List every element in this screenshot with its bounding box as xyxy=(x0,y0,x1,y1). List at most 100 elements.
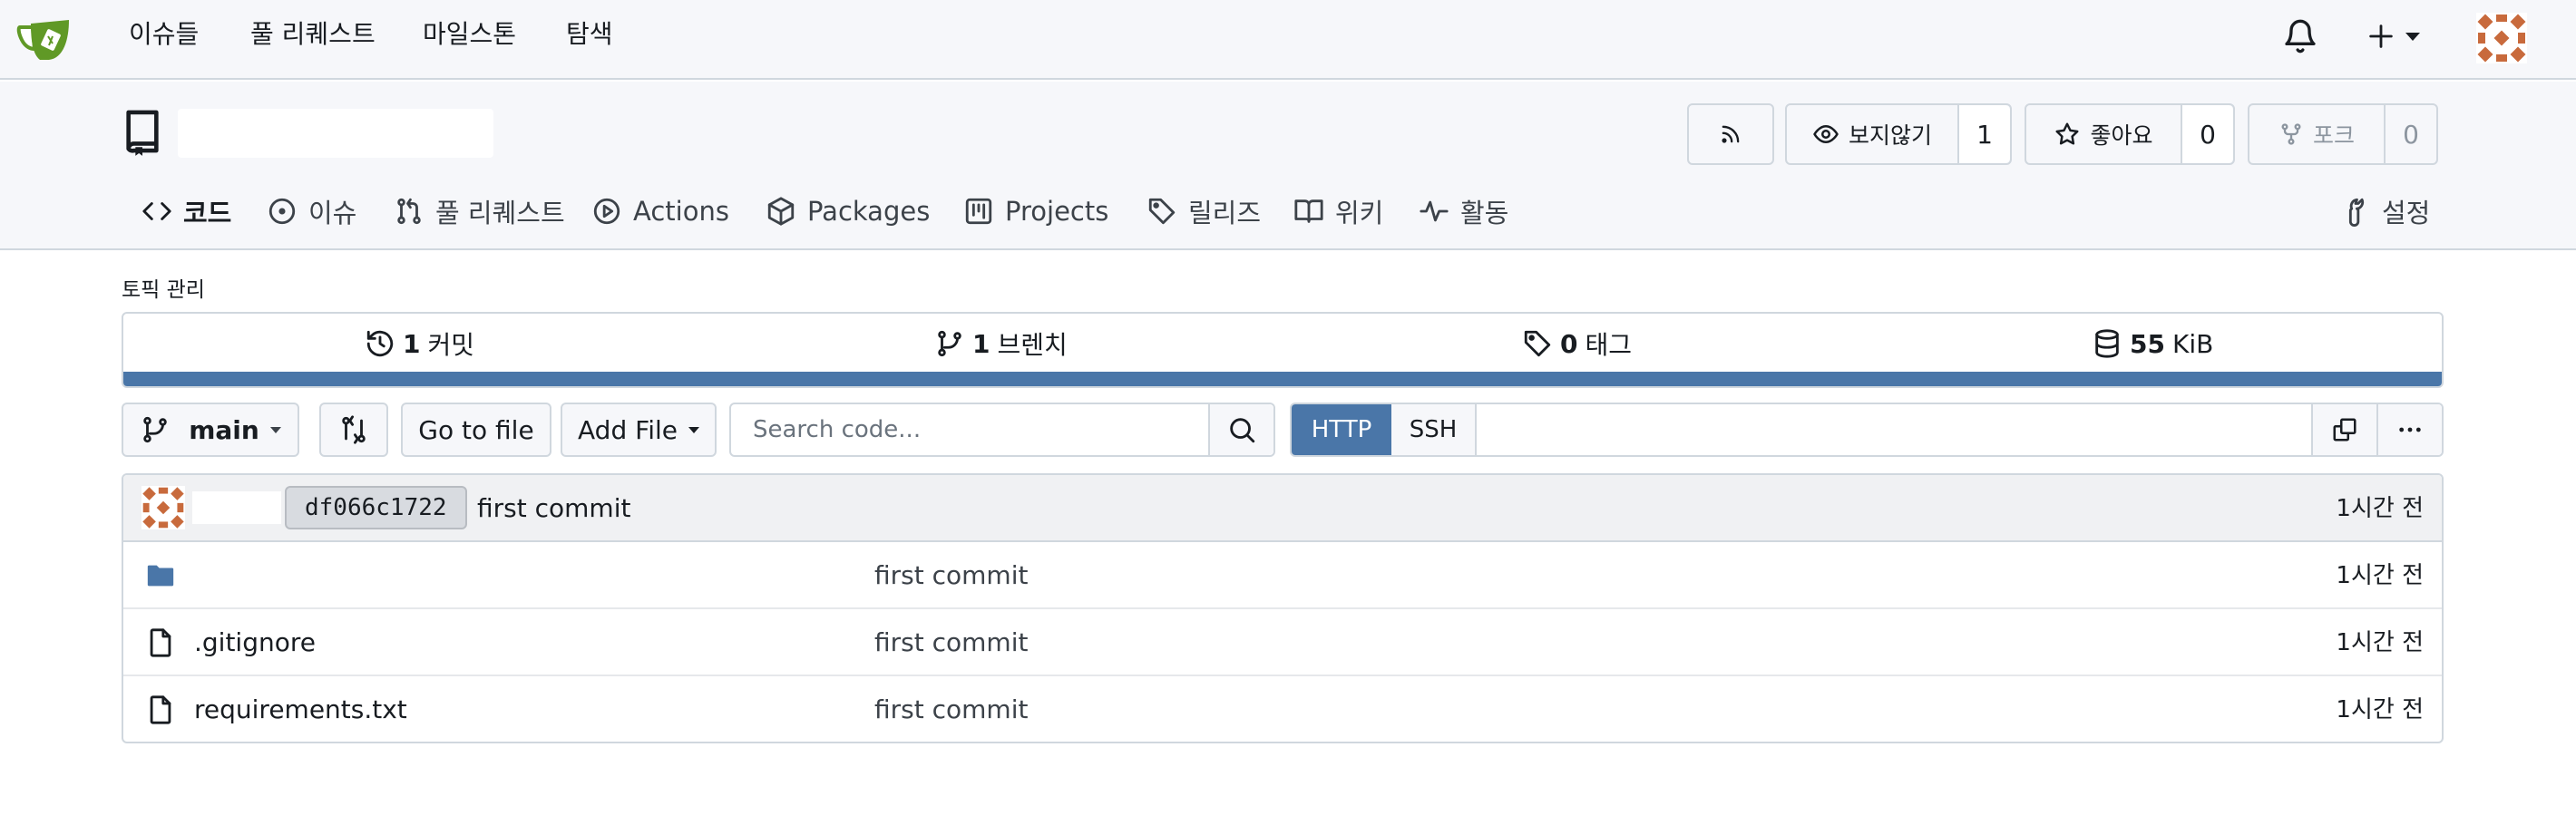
star-button[interactable]: 좋아요 0 xyxy=(2025,103,2235,165)
wrench-icon xyxy=(2348,198,2365,227)
code-search-box xyxy=(729,403,1275,457)
tab-pull-requests[interactable]: 풀 리퀘스트 xyxy=(394,172,565,250)
gitea-logo-icon[interactable] xyxy=(16,13,74,67)
file-commit-message[interactable]: first commit xyxy=(874,609,1028,676)
add-file-button[interactable]: Add File xyxy=(561,403,717,457)
package-icon xyxy=(767,197,795,226)
fork-icon xyxy=(2281,123,2301,145)
rss-feed-button[interactable] xyxy=(1687,103,1774,165)
chevron-down-icon xyxy=(269,426,281,433)
file-name[interactable]: requirements.txt xyxy=(194,676,407,742)
go-to-file-button[interactable]: Go to file xyxy=(401,403,551,457)
history-icon xyxy=(366,330,394,357)
star-icon xyxy=(2055,122,2079,145)
tab-actions-label: Actions xyxy=(633,196,729,227)
commit-author-name[interactable] xyxy=(192,491,281,524)
star-count[interactable]: 0 xyxy=(2181,105,2233,163)
nav-pull-requests-link[interactable]: 풀 리퀘스트 xyxy=(250,0,376,80)
fork-count[interactable]: 0 xyxy=(2384,105,2436,163)
branch-name: main xyxy=(189,414,259,445)
repo-stats-bar: 1 커밋 1 브렌치 0 태그 55 KiB xyxy=(122,312,2444,388)
tags-stat[interactable]: 0 태그 xyxy=(1522,314,1632,374)
branches-count: 1 xyxy=(972,328,990,359)
tab-code-label: 코드 xyxy=(183,198,232,228)
commits-count: 1 xyxy=(403,328,421,359)
file-row-folder[interactable]: first commit 1시간 전 xyxy=(123,542,2442,609)
search-button[interactable] xyxy=(1208,404,1273,455)
watch-button[interactable]: 보지않기 1 xyxy=(1785,103,2012,165)
tab-packages[interactable]: Packages xyxy=(766,172,930,250)
tab-packages-label: Packages xyxy=(807,196,931,227)
tab-activity-label: 활동 xyxy=(1460,198,1509,228)
commit-message[interactable]: first commit xyxy=(477,475,630,542)
code-search-input[interactable] xyxy=(731,404,1208,455)
file-commit-time: 1시간 전 xyxy=(2336,629,2424,656)
file-row-requirements[interactable]: requirements.txt first commit 1시간 전 xyxy=(123,676,2442,742)
file-row-gitignore[interactable]: .gitignore first commit 1시간 전 xyxy=(123,609,2442,676)
folder-name[interactable] xyxy=(194,560,376,591)
language-bar[interactable] xyxy=(123,372,2442,386)
chevron-down-icon xyxy=(2405,32,2420,41)
branches-stat[interactable]: 1 브렌치 xyxy=(934,314,1068,374)
nav-explore-link[interactable]: 탐색 xyxy=(566,0,613,80)
fork-button[interactable]: 포크 0 xyxy=(2248,103,2438,165)
watch-label: 보지않기 xyxy=(1848,122,1932,149)
branch-icon xyxy=(938,330,961,357)
compare-icon xyxy=(342,415,366,444)
watch-count[interactable]: 1 xyxy=(1957,105,2010,163)
nav-issues-link[interactable]: 이슈들 xyxy=(129,0,199,80)
commit-sha-badge[interactable]: df066c1722 xyxy=(285,486,467,529)
file-icon xyxy=(145,694,176,725)
copy-url-button[interactable] xyxy=(2311,404,2376,455)
create-new-menu[interactable] xyxy=(2366,18,2438,54)
user-avatar[interactable] xyxy=(2476,13,2527,63)
commit-author-avatar[interactable] xyxy=(141,486,185,529)
eye-icon xyxy=(1813,125,1839,143)
tab-wiki-label: 위키 xyxy=(1335,198,1384,228)
branch-icon xyxy=(143,416,167,443)
clone-url-field[interactable] xyxy=(1477,404,2311,455)
tag-icon xyxy=(1148,198,1176,225)
repo-header: 보지않기 1 좋아요 0 포크 0 코드 이슈 풀 리퀘스트 Actions P… xyxy=(0,82,2576,340)
pulse-icon xyxy=(1420,200,1449,222)
nav-milestones-link[interactable]: 마일스톤 xyxy=(423,0,516,80)
branches-label: 브렌치 xyxy=(997,330,1068,360)
repo-title[interactable] xyxy=(178,109,493,158)
size-stat: 55 KiB xyxy=(2092,314,2213,374)
compare-button[interactable] xyxy=(319,403,388,457)
fork-label: 포크 xyxy=(2312,122,2355,149)
commits-label: 커밋 xyxy=(427,330,475,360)
commit-time: 1시간 전 xyxy=(2336,495,2424,522)
file-commit-message[interactable]: first commit xyxy=(874,542,1028,609)
notification-bell-icon[interactable] xyxy=(2282,18,2318,54)
tab-projects[interactable]: Projects xyxy=(963,172,1108,250)
top-navbar: 이슈들 풀 리퀘스트 마일스톤 탐색 xyxy=(0,0,2576,80)
manage-topics-link[interactable]: 토픽 관리 xyxy=(122,272,205,303)
tab-code[interactable]: 코드 xyxy=(141,172,231,250)
tab-releases[interactable]: 릴리즈 xyxy=(1147,172,1261,250)
clone-ssh-button[interactable]: SSH xyxy=(1391,404,1477,455)
more-options-button[interactable] xyxy=(2376,404,2442,455)
branch-selector[interactable]: main xyxy=(122,403,299,457)
file-table: df066c1722 first commit 1시간 전 first comm… xyxy=(122,473,2444,743)
clone-http-button[interactable]: HTTP xyxy=(1292,404,1391,455)
tab-issues[interactable]: 이슈 xyxy=(267,172,356,250)
commits-stat[interactable]: 1 커밋 xyxy=(365,314,474,374)
tab-wiki[interactable]: 위키 xyxy=(1293,172,1383,250)
tab-activity[interactable]: 활동 xyxy=(1419,172,1508,250)
file-name[interactable]: .gitignore xyxy=(194,609,316,676)
rss-icon xyxy=(1722,125,1740,143)
star-label: 좋아요 xyxy=(2090,122,2153,149)
size-unit: KiB xyxy=(2171,328,2214,359)
tab-settings[interactable]: 설정 xyxy=(2340,172,2430,250)
folder-icon xyxy=(145,560,176,591)
file-commit-message[interactable]: first commit xyxy=(874,676,1028,742)
tab-actions[interactable]: Actions xyxy=(591,172,729,250)
file-commit-time: 1시간 전 xyxy=(2336,562,2424,589)
tab-settings-label: 설정 xyxy=(2382,198,2431,228)
copy-icon xyxy=(2333,418,2356,442)
tags-count: 0 xyxy=(1560,328,1578,359)
add-file-label: Add File xyxy=(578,414,678,445)
tags-label: 태그 xyxy=(1585,330,1633,360)
database-icon xyxy=(2095,329,2119,358)
